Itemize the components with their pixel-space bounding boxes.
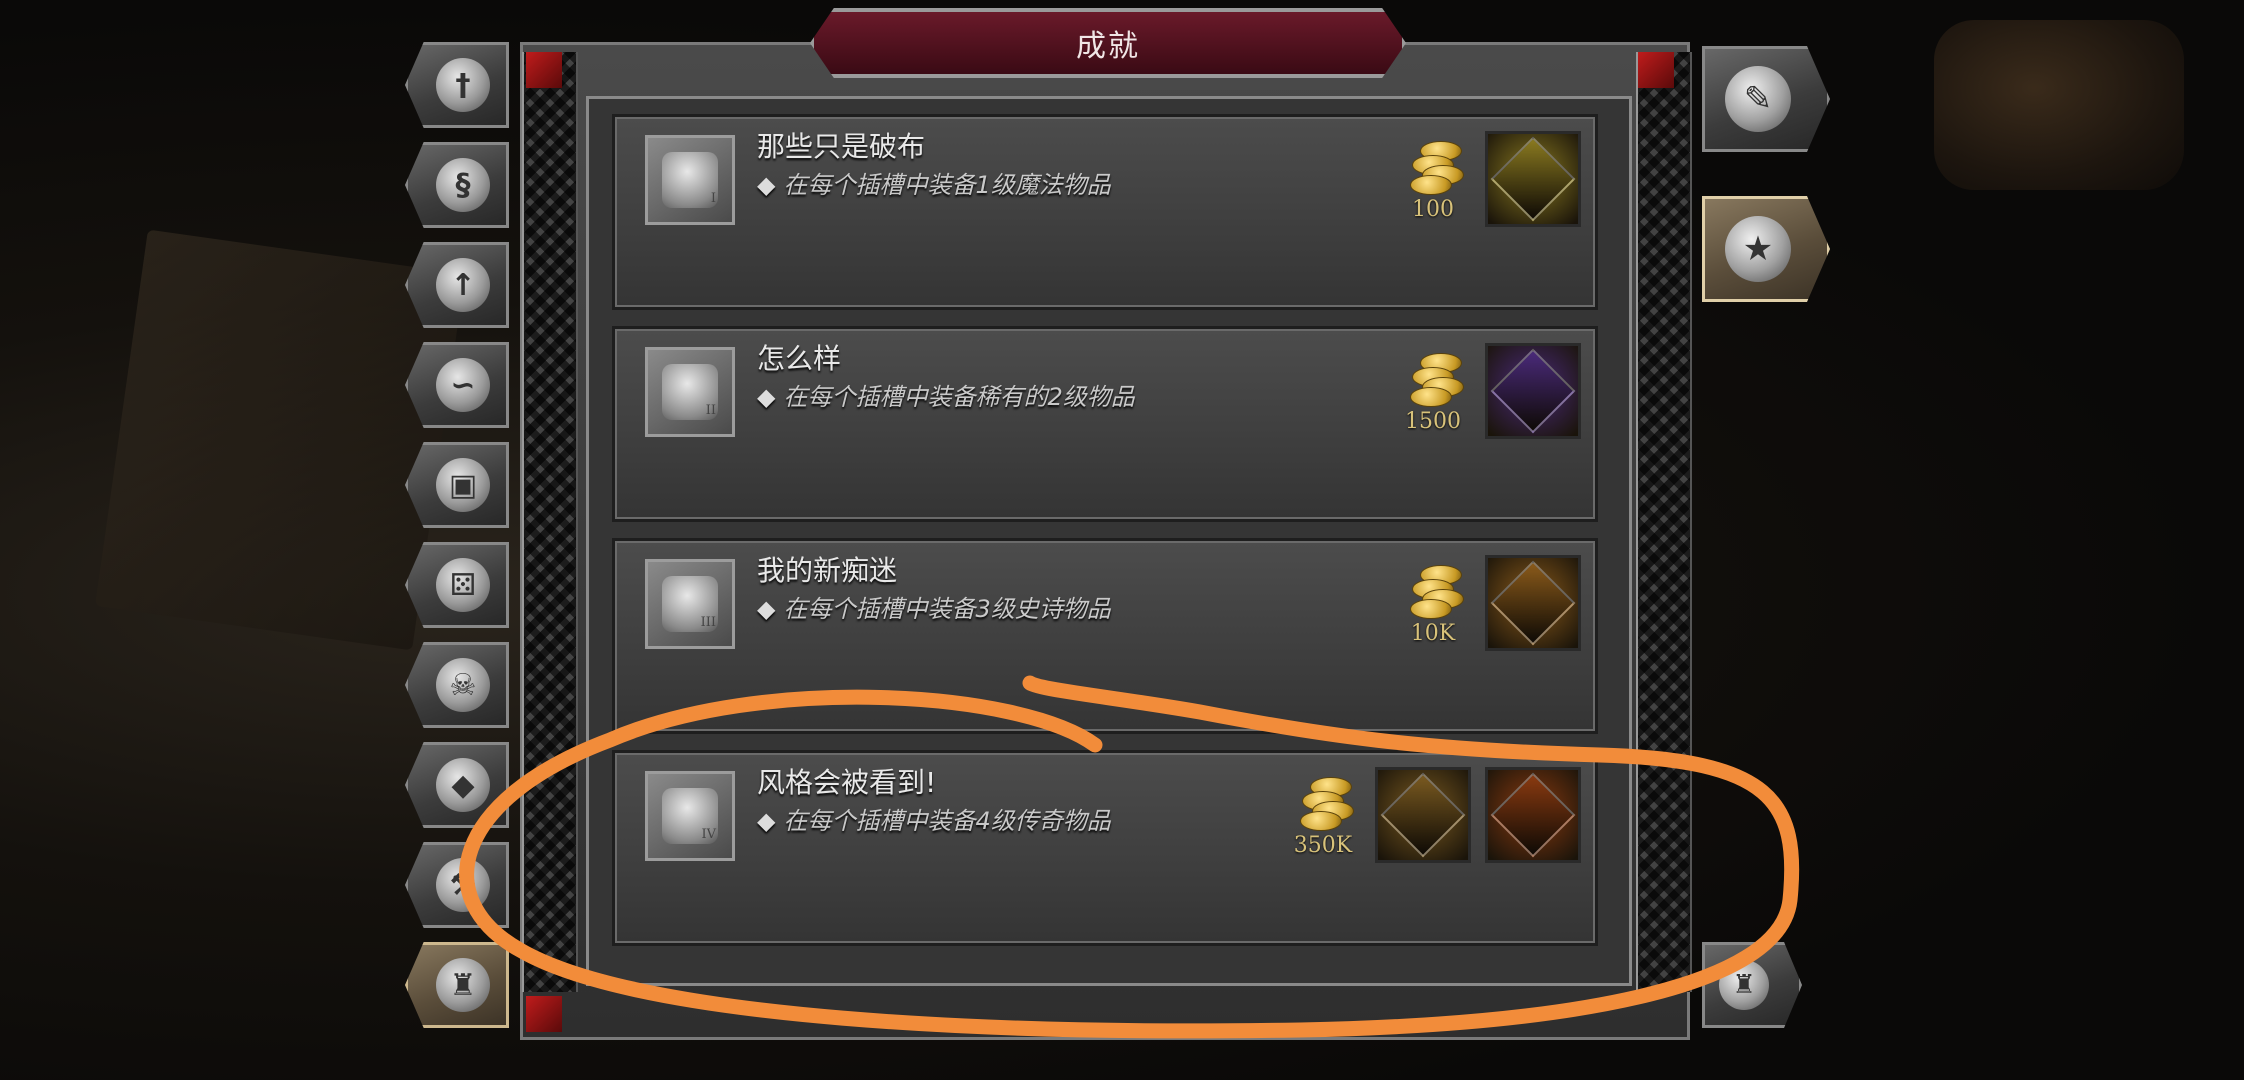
horn-icon: ∽ <box>436 358 490 412</box>
sword-icon: † <box>436 58 490 112</box>
gold-reward: 10K <box>1393 553 1473 663</box>
armor-tier-icon: IV <box>662 788 718 844</box>
scroll-icon: § <box>436 158 490 212</box>
achievement-row[interactable]: I 那些只是破布 ◆ 在每个插槽中装备1级魔法物品 100 <box>612 114 1598 310</box>
achievement-badge: II <box>645 347 735 437</box>
right-tab-laurel-star[interactable]: ★ <box>1702 196 1830 302</box>
laurel-star-icon: ★ <box>1725 216 1791 282</box>
background-barrels <box>1934 20 2184 190</box>
corner-ornament <box>1638 52 1674 88</box>
magic-chest-reward-icon[interactable] <box>1485 131 1581 227</box>
achievement-description: ◆ 在每个插槽中装备4级传奇物品 <box>757 801 1111 836</box>
achievement-badge: III <box>645 559 735 649</box>
corner-ornament <box>526 52 562 88</box>
side-tab-armor[interactable]: ♜ <box>405 942 509 1028</box>
side-tab-hammer[interactable]: ⚒ <box>405 842 509 928</box>
achievement-name: 风格会被看到! <box>757 766 937 799</box>
right-tab-feather[interactable]: ✎ <box>1702 46 1830 152</box>
armor-tier-icon: III <box>662 576 718 632</box>
page-title: 成就 <box>1076 29 1140 64</box>
side-tab-chest[interactable]: ▣ <box>405 442 509 528</box>
achievement-badge: IV <box>645 771 735 861</box>
gold-coins-icon <box>1406 141 1464 195</box>
achievement-description-text: 在每个插槽中装备稀有的2级物品 <box>783 383 1135 411</box>
side-tab-horn[interactable]: ∽ <box>405 342 509 428</box>
dice-icon: ⚄ <box>436 558 490 612</box>
demon-skull-icon: ☠ <box>436 658 490 712</box>
gold-amount: 10K <box>1410 621 1456 646</box>
armor-icon: ♜ <box>436 958 490 1012</box>
gold-coins-icon <box>1296 777 1354 831</box>
achievement-row[interactable]: III 我的新痴迷 ◆ 在每个插槽中装备3级史诗物品 10K <box>612 538 1598 734</box>
bullet-diamond-icon: ◆ <box>757 595 776 623</box>
reward-gem-icon <box>1490 348 1576 434</box>
gold-reward: 350K <box>1283 765 1363 875</box>
gold-reward: 1500 <box>1393 341 1473 451</box>
gold-amount: 350K <box>1293 833 1353 858</box>
achievement-description-text: 在每个插槽中装备1级魔法物品 <box>783 171 1111 199</box>
rare-chest-reward-icon[interactable] <box>1485 343 1581 439</box>
bullet-diamond-icon: ◆ <box>757 807 776 835</box>
gold-coins-icon <box>1406 565 1464 619</box>
achievement-badge: I <box>645 135 735 225</box>
gem-icon: ◆ <box>436 758 490 812</box>
achievement-name: 那些只是破布 <box>757 130 926 163</box>
achievement-name: 怎么样 <box>757 342 842 375</box>
gold-coins-icon <box>1406 353 1464 407</box>
achievement-description: ◆ 在每个插槽中装备稀有的2级物品 <box>757 377 1135 412</box>
celtic-knot-border-left <box>522 52 578 992</box>
epic-chest-reward-icon[interactable] <box>1485 555 1581 651</box>
legendary-chest-reward-icon[interactable] <box>1375 767 1471 863</box>
legendary-gem-reward-icon[interactable] <box>1485 767 1581 863</box>
achievement-description-text: 在每个插槽中装备4级传奇物品 <box>783 807 1111 835</box>
reward-gem-icon <box>1490 772 1576 858</box>
achievement-description: ◆ 在每个插槽中装备1级魔法物品 <box>757 165 1111 200</box>
side-tab-sword[interactable]: † <box>405 42 509 128</box>
gold-amount: 100 <box>1412 197 1454 222</box>
side-tab-gem[interactable]: ◆ <box>405 742 509 828</box>
side-tab-scroll[interactable]: § <box>405 142 509 228</box>
armor-tier-icon: I <box>662 152 718 208</box>
armor-stand-icon: ♜ <box>1719 960 1769 1010</box>
reward-gem-icon <box>1490 136 1576 222</box>
armor-tier-icon: II <box>662 364 718 420</box>
achievement-row[interactable]: II 怎么样 ◆ 在每个插槽中装备稀有的2级物品 1500 <box>612 326 1598 522</box>
feather-icon: ✎ <box>1725 66 1791 132</box>
gold-amount: 1500 <box>1405 409 1461 434</box>
celtic-knot-border-right <box>1636 52 1692 992</box>
side-tab-dice[interactable]: ⚄ <box>405 542 509 628</box>
right-tab-armor-stand[interactable]: ♜ <box>1702 942 1802 1028</box>
corner-ornament <box>526 996 562 1032</box>
reward-gem-icon <box>1490 560 1576 646</box>
hammer-icon: ⚒ <box>436 858 490 912</box>
gold-reward: 100 <box>1393 129 1473 239</box>
reward-gem-icon <box>1380 772 1466 858</box>
achievement-description: ◆ 在每个插槽中装备3级史诗物品 <box>757 589 1111 624</box>
achievement-row[interactable]: IV 风格会被看到! ◆ 在每个插槽中装备4级传奇物品 350K <box>612 750 1598 946</box>
bullet-diamond-icon: ◆ <box>757 171 776 199</box>
bullet-diamond-icon: ◆ <box>757 383 776 411</box>
achievement-name: 我的新痴迷 <box>757 554 898 587</box>
title-banner: 成就 <box>810 8 1406 78</box>
chest-icon: ▣ <box>436 458 490 512</box>
side-tab-wings-upgrade[interactable]: ↑ <box>405 242 509 328</box>
achievement-description-text: 在每个插槽中装备3级史诗物品 <box>783 595 1111 623</box>
side-tab-demon-skull[interactable]: ☠ <box>405 642 509 728</box>
wings-upgrade-icon: ↑ <box>436 258 490 312</box>
